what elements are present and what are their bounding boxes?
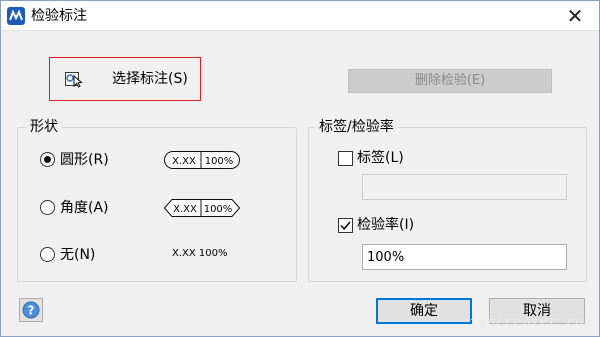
- label-rate-group: 标签/检验率 标签(L) 检验率(I) 100%: [308, 118, 587, 282]
- angle-preview-value: X.XX: [173, 204, 197, 215]
- close-icon: ✕: [566, 4, 584, 28]
- circle-preview-value: X.XX: [172, 156, 196, 167]
- shape-group: 形状 圆形(R) X.XX 100% 角度(A) X.XX 100% 无(N) …: [17, 118, 297, 282]
- circle-radio[interactable]: [40, 152, 55, 167]
- help-glyph: ?: [28, 304, 35, 318]
- none-shape-preview: X.XX 100%: [172, 248, 228, 259]
- angle-preview-rate: 100%: [204, 204, 233, 215]
- inspection-annotation-dialog: 检验标注 ✕ 选择标注(S) 删除检验(E) 形状 圆形(R) X.XX 100…: [0, 0, 600, 337]
- angle-shape-preview: X.XX 100%: [164, 199, 240, 217]
- rate-checkbox[interactable]: [338, 218, 353, 233]
- circle-radio-label: 圆形(R): [60, 152, 109, 168]
- window-title: 检验标注: [31, 8, 87, 24]
- label-checkbox[interactable]: [338, 151, 353, 166]
- angle-radio[interactable]: [40, 200, 55, 215]
- circle-shape-preview: X.XX 100%: [164, 151, 240, 169]
- label-text-field[interactable]: [362, 174, 567, 200]
- angle-radio-label: 角度(A): [60, 200, 109, 216]
- title-bar: 检验标注 ✕: [1, 1, 599, 31]
- select-annotation-label: 选择标注(S): [112, 71, 188, 87]
- shape-group-legend: 形状: [26, 118, 62, 136]
- delete-inspection-button[interactable]: 删除检验(E): [348, 69, 552, 93]
- none-radio-label: 无(N): [60, 247, 96, 263]
- rate-text-field[interactable]: 100%: [362, 244, 567, 270]
- checkmark-icon: [340, 221, 351, 230]
- select-cursor-icon: [64, 68, 84, 88]
- label-checkbox-label: 标签(L): [357, 150, 404, 166]
- none-radio[interactable]: [40, 247, 55, 262]
- help-icon: ?: [22, 301, 40, 319]
- circle-preview-rate: 100%: [205, 156, 234, 167]
- watermark-text: tigerenter.com: [469, 315, 593, 330]
- app-logo-icon: [7, 7, 25, 25]
- help-button[interactable]: ?: [19, 298, 43, 322]
- ok-button[interactable]: 确定: [376, 298, 472, 324]
- label-rate-group-legend: 标签/检验率: [315, 118, 398, 136]
- select-annotation-button[interactable]: 选择标注(S): [49, 57, 201, 101]
- close-button[interactable]: ✕: [557, 3, 593, 29]
- rate-checkbox-label: 检验率(I): [357, 217, 415, 233]
